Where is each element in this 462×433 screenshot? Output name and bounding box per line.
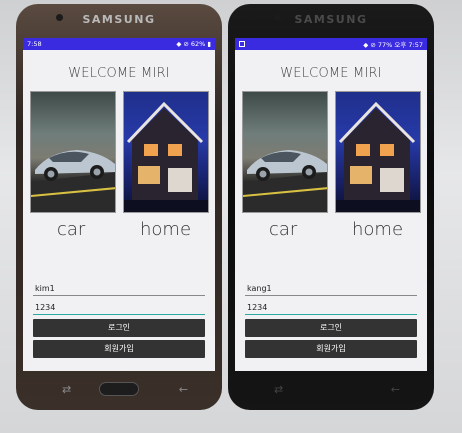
welcome-title: WELCOME MIRI <box>68 66 170 81</box>
status-time: 7:58 <box>27 40 42 48</box>
status-battery: 62% <box>190 40 206 48</box>
notification-icon <box>239 41 245 47</box>
status-bar: ◆ ⊘ 77% 오후 7:57 <box>235 38 427 50</box>
status-time: 7:57 <box>408 41 423 49</box>
screen: 7:58 ◆ ⊘ 62% ▮ WELCOME MIRI car home kim… <box>23 38 215 371</box>
status-bar: 7:58 ◆ ⊘ 62% ▮ <box>23 38 215 50</box>
home-label: home <box>140 219 192 240</box>
wifi-icon: ◆ ⊘ <box>363 41 378 49</box>
car-label: car <box>269 219 298 240</box>
car-image[interactable] <box>242 91 328 213</box>
password-input[interactable]: 1234 <box>245 301 417 315</box>
battery-icon: ▮ <box>205 40 211 48</box>
home-button[interactable] <box>99 382 139 396</box>
login-button[interactable]: 로그인 <box>245 319 417 337</box>
recent-apps-icon[interactable]: ⇄ <box>62 383 71 396</box>
back-icon[interactable]: ← <box>391 383 400 396</box>
id-input[interactable]: kim1 <box>33 282 205 296</box>
home-image[interactable] <box>123 91 209 213</box>
phone-right: SAMSUNG ◆ ⊘ 77% 오후 7:57 WELCOME MIRI car… <box>228 4 434 410</box>
password-input[interactable]: 1234 <box>33 301 205 315</box>
home-label: home <box>352 219 404 240</box>
image-grid: car home <box>23 91 215 246</box>
home-image[interactable] <box>335 91 421 213</box>
signup-button[interactable]: 회원가입 <box>245 340 417 358</box>
screen: ◆ ⊘ 77% 오후 7:57 WELCOME MIRI car home ka… <box>235 38 427 371</box>
nav-bar: ⇄ ← <box>16 380 222 400</box>
signup-button[interactable]: 회원가입 <box>33 340 205 358</box>
phone-left: SAMSUNG 7:58 ◆ ⊘ 62% ▮ WELCOME MIRI car … <box>16 4 222 410</box>
brand-logo: SAMSUNG <box>82 13 156 26</box>
image-grid: car home <box>235 91 427 246</box>
brand-logo: SAMSUNG <box>294 13 368 26</box>
wifi-icon: ◆ ⊘ <box>176 40 191 48</box>
recent-apps-icon[interactable]: ⇄ <box>274 383 283 396</box>
login-button[interactable]: 로그인 <box>33 319 205 337</box>
car-label: car <box>57 219 86 240</box>
car-image[interactable] <box>30 91 116 213</box>
nav-bar: ⇄ ← <box>228 380 434 400</box>
id-input[interactable]: kang1 <box>245 282 417 296</box>
status-battery: 77% 오후 <box>377 41 407 49</box>
back-icon[interactable]: ← <box>179 383 188 396</box>
welcome-title: WELCOME MIRI <box>280 66 382 81</box>
